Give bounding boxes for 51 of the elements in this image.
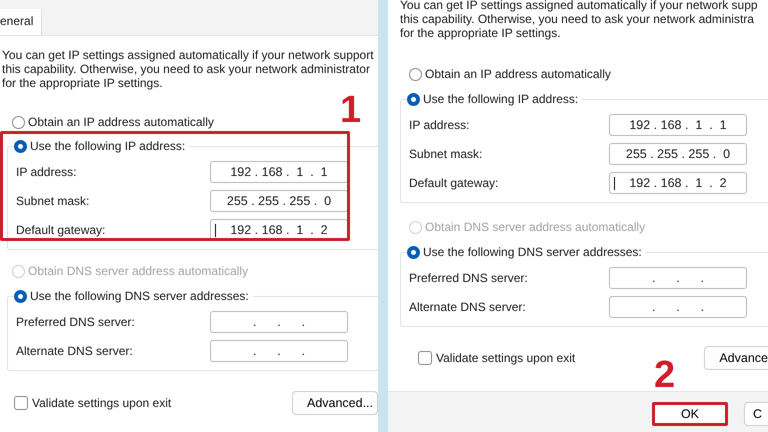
radio-label[interactable]: Use the following IP address: [423, 92, 578, 106]
checkbox-label[interactable]: Validate settings upon exit [436, 351, 576, 365]
text-caret [614, 176, 615, 190]
radio-label[interactable]: Use the following IP address: [30, 139, 186, 153]
step-number: 2 [654, 356, 676, 394]
dialog-button[interactable]: OK [652, 402, 728, 426]
radio-button[interactable] [407, 246, 420, 258]
description-text: this capability. Otherwise, you need to ask your network administrator [2, 62, 371, 76]
ip-input-field[interactable]: 255 . 255 . 255 . 0 [609, 142, 747, 164]
advanced-button[interactable]: Advanced... [292, 391, 378, 415]
radio-button[interactable] [14, 290, 27, 302]
description-text: for the appropriate IP settings. [400, 26, 562, 40]
description-text: for the appropriate IP settings. [2, 76, 164, 90]
general-tab[interactable]: eneral [0, 9, 42, 35]
ip-input-field[interactable]: . . . [210, 310, 348, 332]
ip-input-field[interactable]: . . . [609, 266, 747, 288]
field-label: Preferred DNS server: [409, 270, 529, 284]
ip-input-field[interactable]: . . . [210, 340, 348, 362]
ip-input-field[interactable]: 255 . 255 . 255 . 0 [210, 190, 348, 212]
radio-label[interactable]: Obtain an IP address automatically [425, 67, 611, 81]
field-label: Default gateway: [16, 222, 106, 236]
step-number: 1 [340, 91, 362, 129]
radio-button[interactable] [409, 68, 422, 80]
ip-input-field[interactable]: . . . [609, 296, 747, 318]
radio-label[interactable]: Use the following DNS server addresses: [30, 289, 249, 303]
ip-input-field[interactable]: 192 . 168 . 1 . 1 [609, 114, 747, 136]
radio-button[interactable] [14, 140, 27, 152]
advanced-button[interactable]: Advance [704, 346, 768, 370]
text-caret [215, 224, 216, 236]
radio-label[interactable]: Obtain an IP address automatically [28, 115, 214, 129]
field-label: IP address: [409, 118, 470, 132]
checkbox[interactable] [418, 351, 432, 365]
radio-button[interactable] [12, 116, 25, 128]
checkbox-label[interactable]: Validate settings upon exit [32, 396, 172, 410]
dialog-button[interactable]: C [744, 402, 768, 426]
field-label: Default gateway: [409, 176, 500, 190]
radio-label[interactable]: Use the following DNS server addresses: [423, 245, 642, 259]
checkbox[interactable] [14, 396, 28, 410]
ip-input-field[interactable]: 192 . 168 . 1 . 2 [210, 218, 348, 240]
field-label: Preferred DNS server: [16, 314, 136, 328]
description-text: You can get IP settings assigned automatically if your network support [2, 48, 375, 62]
ip-input-field[interactable]: 192 . 168 . 1 . 1 [210, 160, 348, 182]
description-text: this capability. Otherwise, you need to ask your network administra [400, 12, 755, 26]
ip-input-field[interactable]: 192 . 168 . 1 . 2 [609, 172, 747, 194]
field-label: Subnet mask: [16, 194, 90, 208]
field-label: IP address: [16, 164, 78, 178]
field-label: Subnet mask: [409, 146, 484, 160]
radio-button[interactable] [407, 92, 420, 106]
field-label: Alternate DNS server: [409, 300, 527, 314]
field-label: Alternate DNS server: [16, 344, 134, 358]
description-text: You can get IP settings assigned automatically if your network supp [400, 0, 759, 12]
